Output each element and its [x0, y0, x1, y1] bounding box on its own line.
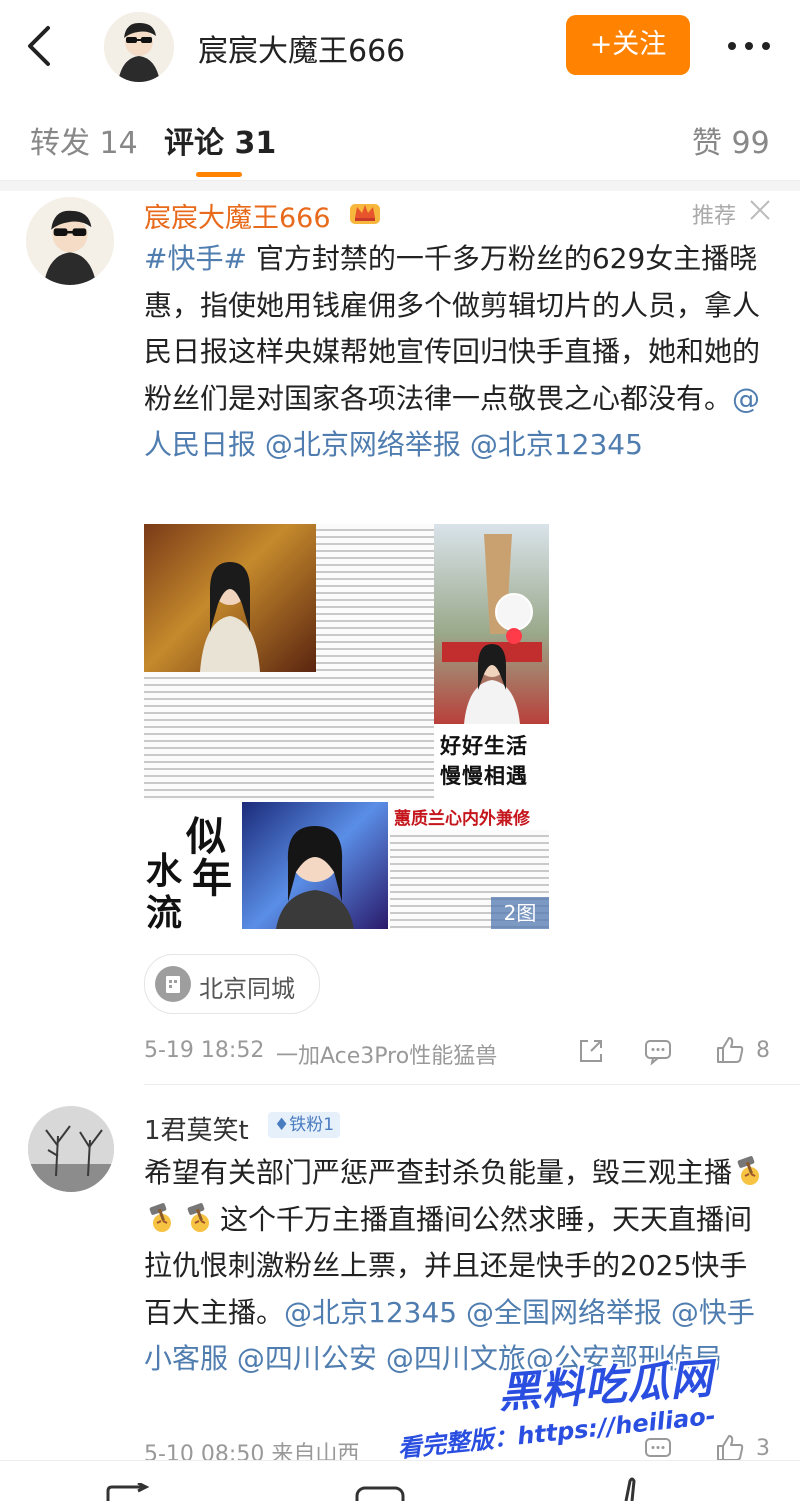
tab-likes[interactable]: 赞 99 — [692, 118, 770, 162]
like-count: 8 — [756, 1038, 770, 1063]
share-icon[interactable] — [576, 1036, 606, 1066]
avatar-illustration-icon — [104, 12, 174, 82]
hammer-emoji-icon — [149, 1202, 171, 1232]
like-icon[interactable] — [606, 1477, 646, 1501]
comment-icon[interactable] — [643, 1036, 673, 1066]
mention-link[interactable]: @全国网络举报 — [466, 1296, 662, 1329]
like-icon[interactable] — [714, 1034, 746, 1066]
hammer-emoji-icon — [187, 1202, 209, 1232]
temple-scene-icon — [442, 534, 542, 724]
comment-text: #快手# 官方封禁的一千多万粉丝的629女主播晓惠，指使她用钱雇佣多个做剪辑切片… — [144, 236, 764, 469]
top-bar: 宸宸大魔王666 +关注 — [0, 0, 800, 92]
calligraphy-char: 年 — [192, 855, 232, 902]
page-title: 宸宸大魔王666 — [198, 34, 406, 69]
photo-throne — [144, 524, 316, 672]
calligraphy-char: 流 — [146, 892, 183, 929]
repost-icon[interactable] — [104, 1483, 154, 1501]
more-icon[interactable] — [724, 26, 774, 66]
back-arrow-icon[interactable] — [20, 22, 60, 70]
image-count-badge: 2图 — [491, 897, 549, 929]
slogan-image: 好好生活 慢慢相遇 — [434, 724, 549, 800]
comment-body: 希望有关部门严惩严查封杀负能量，毁三观主播 — [144, 1156, 733, 1189]
mention-link[interactable]: @北京12345 — [284, 1296, 457, 1329]
news-article-image — [144, 672, 434, 800]
tree-avatar-icon — [28, 1106, 114, 1192]
section-divider — [0, 181, 800, 191]
image-caption: 蕙质兰心内外兼修 — [394, 809, 530, 829]
comment-timestamp: 5-19 18:52 — [144, 1038, 265, 1063]
image-collage[interactable]: 好好生活 慢慢相遇 似 水 年 流 蕙质兰心内外兼修 2图 — [144, 524, 549, 929]
follow-button[interactable]: +关注 — [566, 15, 690, 75]
comment-avatar[interactable] — [26, 197, 114, 285]
news-article-image — [316, 524, 434, 672]
active-tab-indicator — [196, 172, 242, 177]
photo-portrait — [242, 802, 388, 929]
woman-portrait-icon — [276, 826, 354, 929]
mention-link[interactable]: @北京网络举报 — [265, 428, 461, 461]
tab-bar: 转发 14 评论 31 赞 99 — [0, 92, 800, 181]
slogan-line: 好好生活 — [440, 734, 528, 758]
recommend-label: 推荐 — [692, 204, 737, 229]
fan-badge: ♦铁粉1 — [268, 1112, 341, 1138]
comment-author[interactable]: 1君莫笑t — [144, 1110, 249, 1147]
comment-author[interactable]: 宸宸大魔王666 — [144, 196, 331, 235]
avatar-illustration-icon — [26, 197, 114, 285]
tab-reposts[interactable]: 转发 14 — [30, 118, 138, 162]
mention-link[interactable]: @四川公安 — [237, 1342, 377, 1375]
crown-icon — [350, 204, 380, 224]
avatar[interactable] — [104, 12, 174, 82]
mention-link[interactable]: @北京12345 — [470, 428, 643, 461]
hammer-emoji-icon — [737, 1156, 760, 1185]
tab-comments[interactable]: 评论 31 — [164, 118, 276, 162]
close-icon[interactable] — [748, 198, 772, 222]
calligraphy-image: 似 水 年 流 — [144, 802, 240, 929]
woman-figure-icon — [200, 562, 260, 672]
comment-avatar[interactable] — [28, 1106, 114, 1192]
photo-temple — [434, 524, 549, 724]
comment-divider — [144, 1084, 800, 1085]
location-label: 北京同城 — [199, 975, 295, 1003]
location-chip[interactable]: 北京同城 — [144, 954, 320, 1014]
slogan-line: 慢慢相遇 — [440, 764, 528, 788]
bottom-toolbar — [0, 1460, 800, 1501]
hashtag-link[interactable]: #快手# — [144, 242, 247, 275]
comment-device: 一加Ace3Pro性能猛兽 — [276, 1044, 498, 1069]
location-icon — [155, 966, 191, 1002]
